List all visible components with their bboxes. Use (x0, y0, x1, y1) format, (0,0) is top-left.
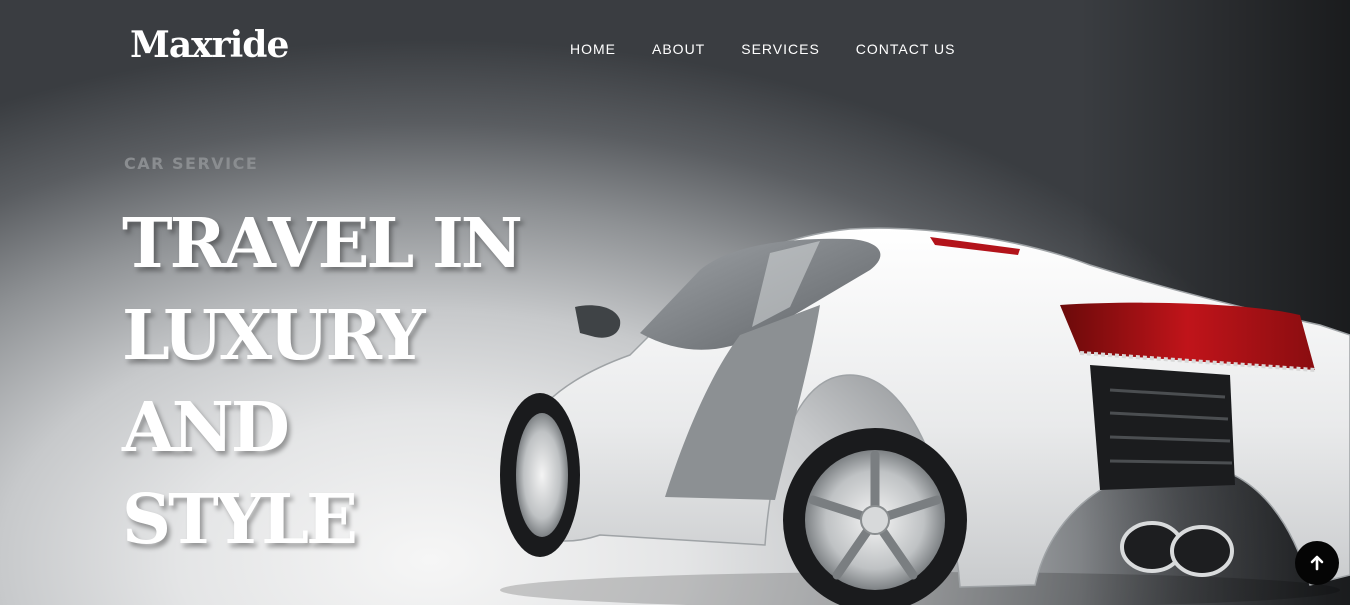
site-logo[interactable]: Maxride (130, 24, 289, 66)
hero-headline: TRAVEL IN LUXURY AND STYLE (122, 198, 592, 566)
nav-item-services[interactable]: SERVICES (741, 41, 820, 57)
headline-line-2: LUXURY AND (122, 296, 425, 468)
main-nav: HOME ABOUT SERVICES CONTACT US (570, 41, 956, 57)
nav-item-about[interactable]: ABOUT (652, 41, 705, 57)
headline-line-3: STYLE (122, 480, 358, 560)
arrow-up-icon (1310, 555, 1324, 571)
hero-kicker: CAR SERVICE (124, 154, 259, 173)
hero-section: Maxride HOME ABOUT SERVICES CONTACT US C… (0, 0, 1350, 605)
headline-line-1: TRAVEL IN (122, 204, 523, 284)
nav-item-contact-us[interactable]: CONTACT US (856, 41, 956, 57)
sports-car-image (500, 227, 1350, 605)
scroll-to-top-button[interactable] (1295, 541, 1339, 585)
nav-item-home[interactable]: HOME (570, 41, 616, 57)
